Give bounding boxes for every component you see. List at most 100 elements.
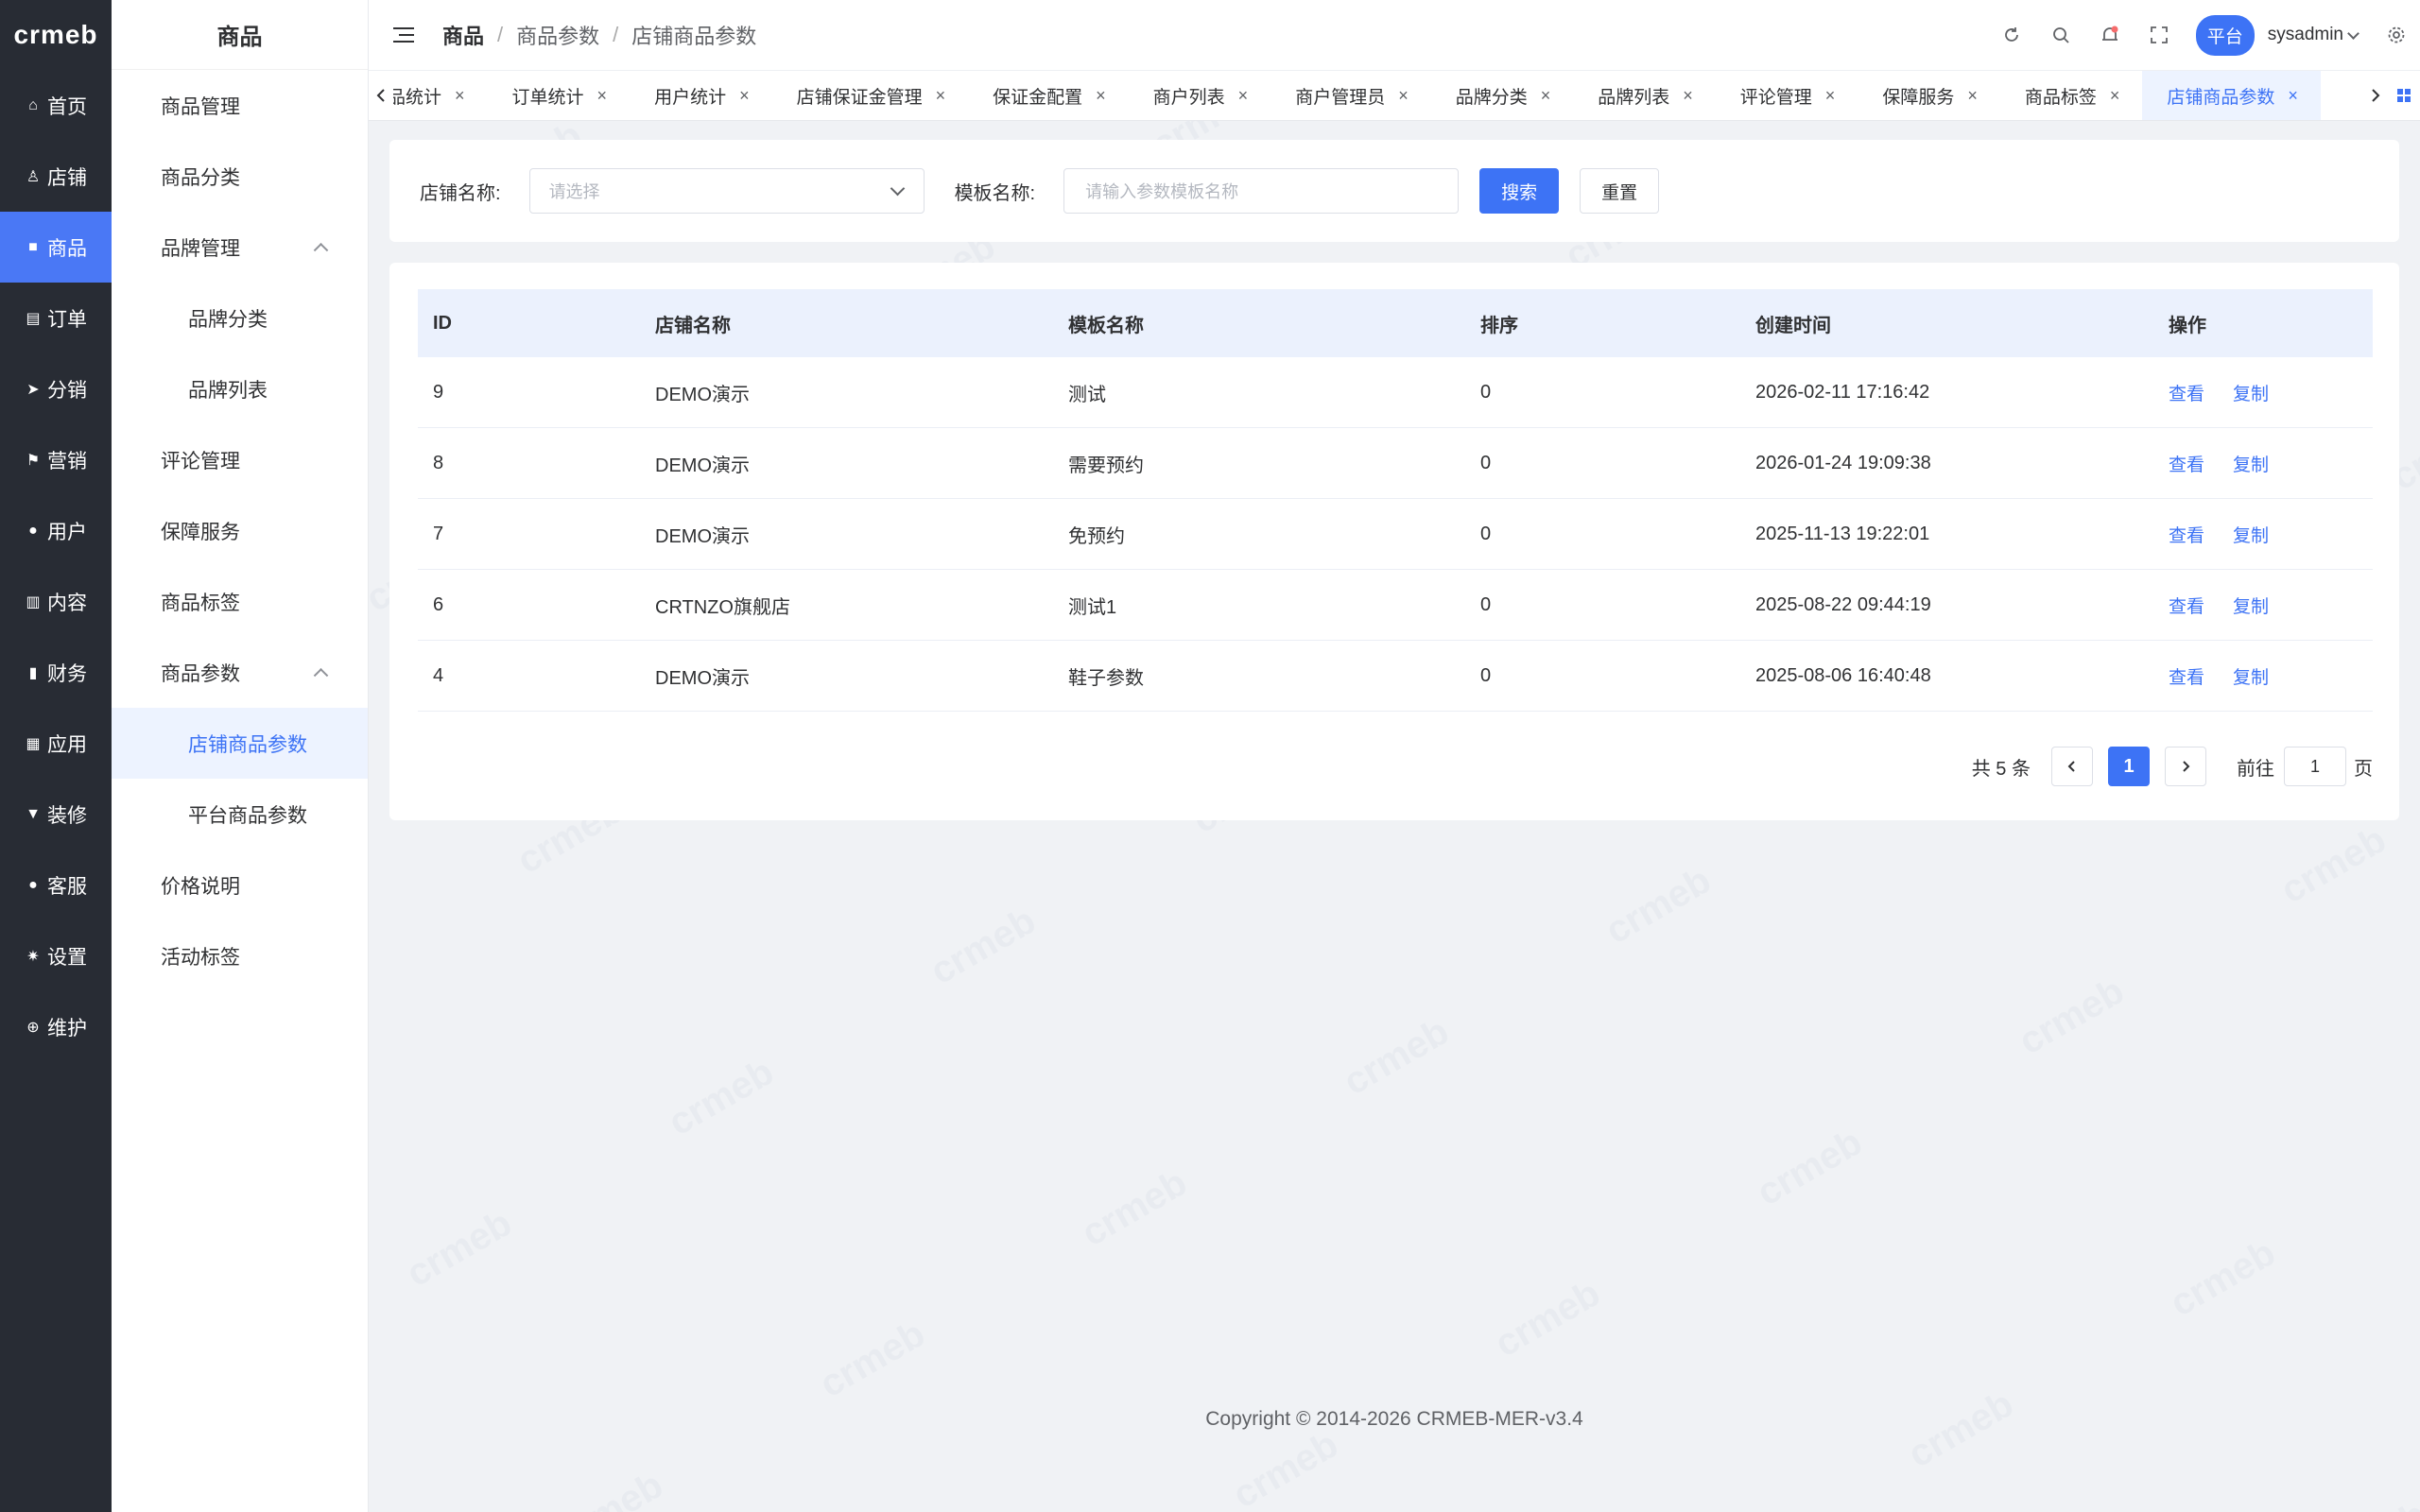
submenu-item[interactable]: 品牌管理: [112, 212, 368, 283]
close-icon[interactable]: ×: [1238, 86, 1249, 106]
goto-page-input[interactable]: 1: [2284, 747, 2346, 786]
tab-label: 商户管理员: [1295, 87, 1386, 108]
tab[interactable]: 品牌分类 ×: [1431, 71, 1574, 120]
cell-store: DEMO演示: [655, 667, 750, 689]
close-icon[interactable]: ×: [1398, 86, 1409, 106]
tab[interactable]: 评论管理 ×: [1716, 71, 1858, 120]
rail-item[interactable]: ♙ 店铺: [0, 141, 112, 212]
rail-item[interactable]: ● 客服: [0, 850, 112, 920]
table-row: 6 CRTNZO旗舰店 测试1 0 2025-08-22 09:44:19 查看 复制: [418, 570, 2373, 641]
breadcrumb-item[interactable]: 商品参数: [516, 20, 599, 50]
copy-link[interactable]: 复制: [2233, 663, 2269, 689]
tab-label: 店铺商品参数: [2167, 87, 2275, 108]
close-icon[interactable]: ×: [1825, 86, 1836, 106]
submenu-item[interactable]: 活动标签: [112, 920, 368, 991]
tab[interactable]: 品牌列表 ×: [1573, 71, 1716, 120]
copy-link[interactable]: 复制: [2233, 593, 2269, 618]
rail-item[interactable]: ▮ 财务: [0, 637, 112, 708]
rail-item[interactable]: ⚑ 营销: [0, 424, 112, 495]
tab[interactable]: 店铺保证金管理 ×: [772, 71, 969, 120]
store-name-label: 店铺名称:: [420, 182, 501, 204]
close-icon[interactable]: ×: [1683, 86, 1693, 106]
submenu-item[interactable]: 平台商品参数: [112, 779, 368, 850]
tab[interactable]: 商品标签 ×: [2000, 71, 2143, 120]
view-link[interactable]: 查看: [2169, 593, 2204, 618]
view-link[interactable]: 查看: [2169, 522, 2204, 547]
submenu-item[interactable]: 商品标签: [112, 566, 368, 637]
user-dropdown-chevron-icon[interactable]: [2347, 26, 2360, 40]
close-icon[interactable]: ×: [2288, 86, 2298, 106]
apps-icon: ▦: [26, 735, 41, 752]
rail-item-label: 用户: [47, 521, 87, 543]
breadcrumb: 商品 / 商品参数 / 店铺商品参数: [442, 20, 756, 50]
copy-link[interactable]: 复制: [2233, 522, 2269, 547]
close-icon[interactable]: ×: [597, 86, 608, 106]
rail-item[interactable]: ⊕ 维护: [0, 991, 112, 1062]
close-icon[interactable]: ×: [739, 86, 750, 106]
rail-item[interactable]: ▼ 装修: [0, 779, 112, 850]
submenu-item[interactable]: 品牌列表: [112, 353, 368, 424]
page-number-button[interactable]: 1: [2108, 747, 2150, 786]
close-icon[interactable]: ×: [1541, 86, 1551, 106]
submenu-item[interactable]: 品牌分类: [112, 283, 368, 353]
rail-item[interactable]: ✷ 设置: [0, 920, 112, 991]
submenu-item[interactable]: 保障服务: [112, 495, 368, 566]
template-name-input[interactable]: 请输入参数模板名称: [1063, 168, 1460, 214]
refresh-icon[interactable]: [1999, 23, 2024, 47]
fullscreen-icon[interactable]: [2147, 23, 2171, 47]
settings-gear-icon[interactable]: [2384, 23, 2409, 47]
tab[interactable]: 店铺商品参数 ×: [2142, 71, 2321, 120]
cell-template: 需要预约: [1068, 455, 1144, 476]
tabs-scroll-right-icon[interactable]: [2363, 71, 2388, 120]
submenu-item[interactable]: 商品参数: [112, 637, 368, 708]
tab[interactable]: 保障服务 ×: [1858, 71, 2000, 120]
submenu-item[interactable]: 评论管理: [112, 424, 368, 495]
close-icon[interactable]: ×: [1967, 86, 1978, 106]
submenu-item[interactable]: 商品分类: [112, 141, 368, 212]
close-icon[interactable]: ×: [2110, 86, 2120, 106]
view-link[interactable]: 查看: [2169, 663, 2204, 689]
prev-page-button[interactable]: [2051, 747, 2093, 786]
rail-item[interactable]: ▥ 内容: [0, 566, 112, 637]
search-button[interactable]: 搜索: [1479, 168, 1560, 214]
tab[interactable]: 商户管理员 ×: [1270, 71, 1431, 120]
view-link[interactable]: 查看: [2169, 380, 2204, 405]
next-page-button[interactable]: [2165, 747, 2206, 786]
tabs-menu-grid-icon[interactable]: [2388, 71, 2420, 120]
close-icon[interactable]: ×: [1096, 86, 1106, 106]
rail-item[interactable]: ➤ 分销: [0, 353, 112, 424]
submenu-item[interactable]: 价格说明: [112, 850, 368, 920]
breadcrumb-item[interactable]: 商品: [442, 20, 484, 50]
store-select[interactable]: 请选择: [528, 168, 925, 214]
tab[interactable]: 保证金配置 ×: [968, 71, 1129, 120]
tab[interactable]: 订单统计 ×: [488, 71, 631, 120]
rail-item-label: 应用: [47, 733, 87, 756]
notification-bell-icon[interactable]: [2098, 23, 2122, 47]
rail-item[interactable]: ● 用户: [0, 495, 112, 566]
gear-icon: ✷: [26, 948, 40, 965]
logo[interactable]: crmeb: [0, 0, 112, 70]
rail-item-label: 财务: [47, 662, 87, 685]
rail-item[interactable]: ▤ 订单: [0, 283, 112, 353]
view-link[interactable]: 查看: [2169, 451, 2204, 476]
search-icon[interactable]: [2048, 23, 2073, 47]
platform-badge[interactable]: 平台: [2195, 14, 2255, 56]
tabs-scroll-left-icon[interactable]: [369, 71, 393, 120]
close-icon[interactable]: ×: [936, 86, 946, 106]
username[interactable]: sysadmin: [2268, 25, 2343, 45]
rail-item[interactable]: ■ 商品: [0, 212, 112, 283]
copy-link[interactable]: 复制: [2233, 451, 2269, 476]
close-icon[interactable]: ×: [455, 86, 465, 106]
submenu-item[interactable]: 商品管理: [112, 70, 368, 141]
rail-item[interactable]: ⌂ 首页: [0, 70, 112, 141]
tab[interactable]: 商户列表 ×: [1129, 71, 1271, 120]
rail-item[interactable]: ▦ 应用: [0, 708, 112, 779]
submenu-item[interactable]: 店铺商品参数: [112, 708, 368, 779]
main-nav-rail: crmeb ⌂ 首页 ♙ 店铺 ■ 商品 ▤ 订单 ➤ 分销 ⚑ 营销 ● 用户 ▥ 内容 ▮ 财务 ▦ 应用 ▼ 装修 ●…: [0, 0, 112, 1512]
tab[interactable]: 品统计 ×: [378, 71, 488, 120]
reset-button[interactable]: 重置: [1580, 168, 1660, 214]
cell-template: 免预约: [1068, 525, 1125, 547]
tab[interactable]: 用户统计 ×: [630, 71, 772, 120]
copy-link[interactable]: 复制: [2233, 380, 2269, 405]
menu-toggle-icon[interactable]: [393, 26, 416, 44]
